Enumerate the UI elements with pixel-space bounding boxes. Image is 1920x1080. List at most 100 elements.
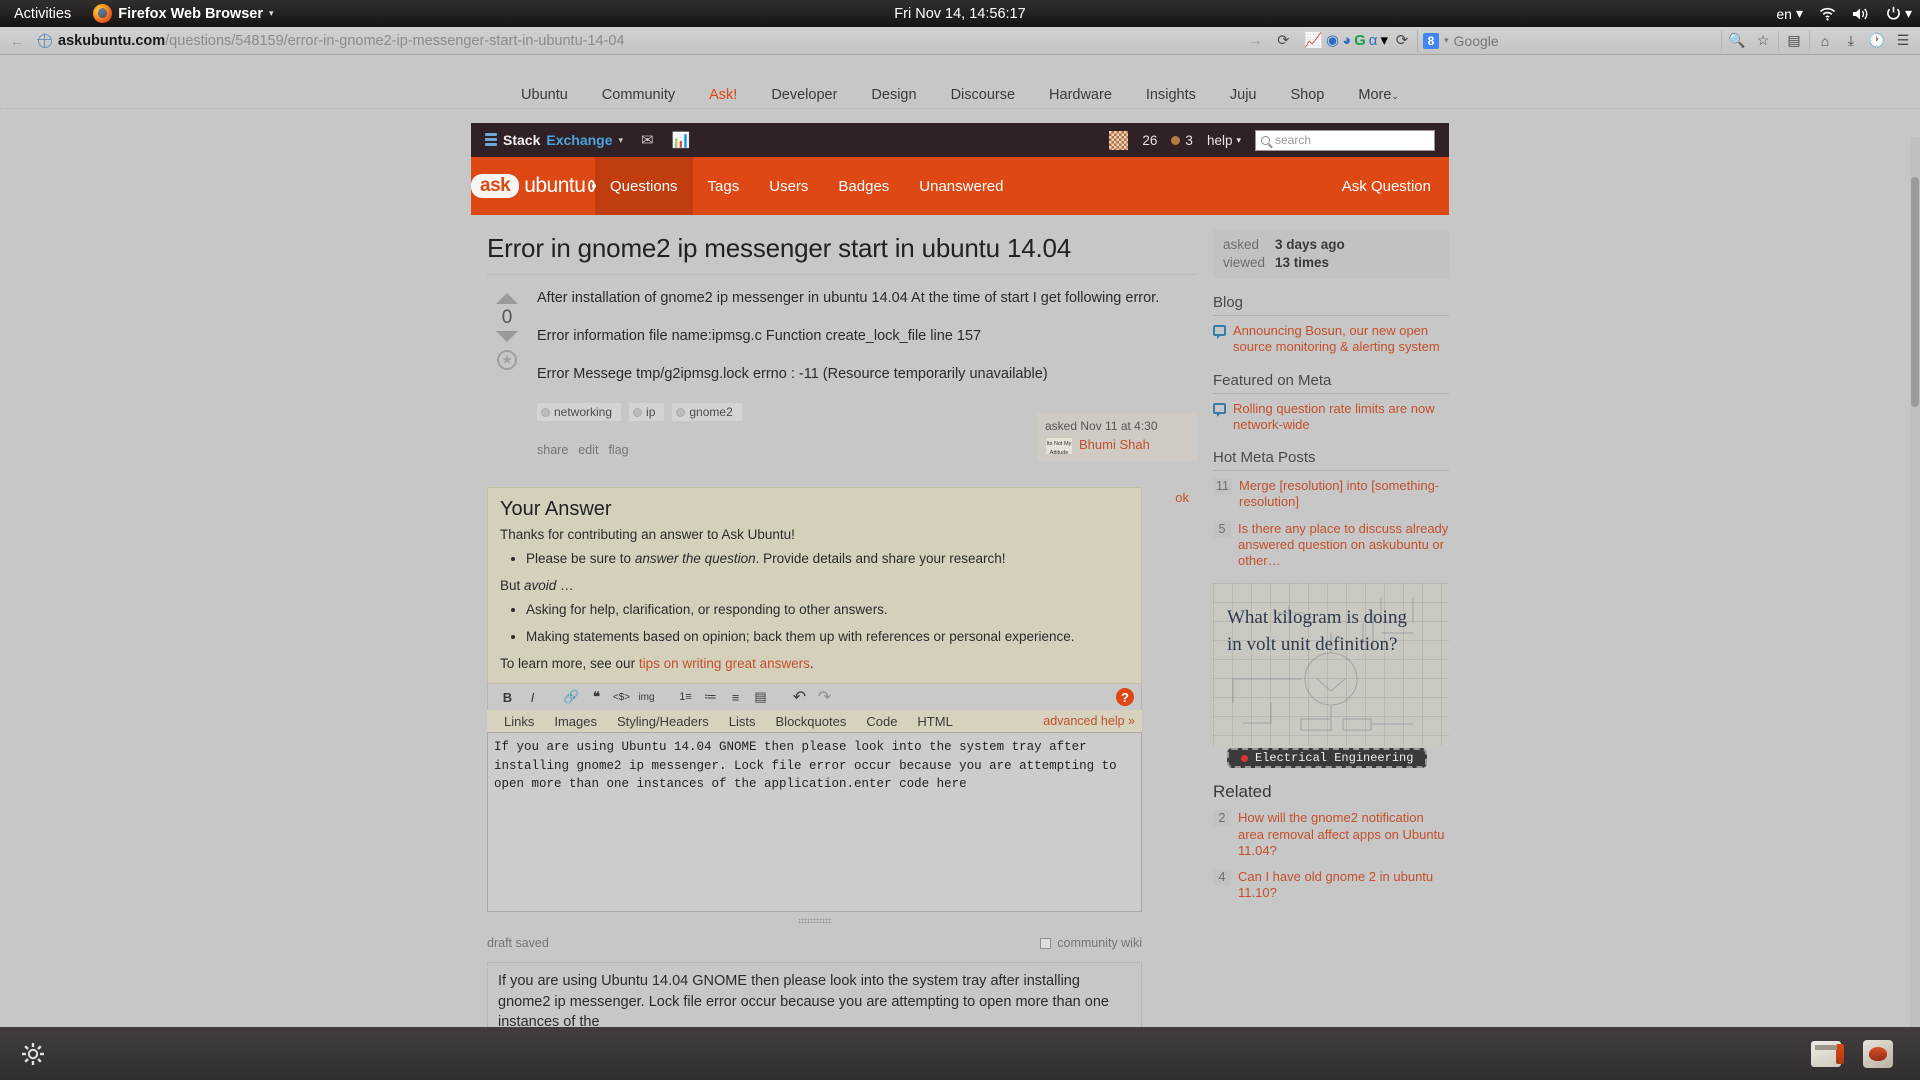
help-link-code[interactable]: Code bbox=[856, 714, 907, 729]
ok-button[interactable]: ok bbox=[1175, 490, 1189, 505]
list-item[interactable]: 11 Merge [resolution] into [something-re… bbox=[1213, 478, 1449, 511]
scrollbar-thumb[interactable] bbox=[1911, 177, 1919, 407]
address-bar[interactable]: askubuntu.com/questions/548159/error-in-… bbox=[32, 30, 1300, 52]
sitenav-item-developer[interactable]: Developer bbox=[754, 83, 854, 107]
keyboard-indicator[interactable]: en ▾ bbox=[1776, 5, 1803, 22]
list-item[interactable]: Rolling question rate limits are now net… bbox=[1213, 401, 1449, 434]
bold-icon[interactable]: B bbox=[495, 687, 520, 707]
sidebar-advertisement[interactable]: What kilogram is doing in volt unit defi… bbox=[1213, 583, 1449, 747]
sitenav-item-more[interactable]: More⌄ bbox=[1341, 83, 1416, 107]
ordered-list-icon[interactable]: 1≡ bbox=[673, 687, 698, 707]
addon-icon-3[interactable]: ◕ bbox=[1342, 33, 1351, 48]
list-item[interactable]: 5 Is there any place to discuss already … bbox=[1213, 520, 1449, 570]
list-item[interactable]: 2 How will the gnome2 notification area … bbox=[1213, 810, 1449, 859]
nav-item-unanswered[interactable]: Unanswered bbox=[904, 157, 1018, 215]
username-link[interactable]: Bhumi Shah bbox=[1079, 437, 1150, 452]
hot-meta-link[interactable]: Merge [resolution] into [something-resol… bbox=[1239, 478, 1449, 511]
inbox-icon[interactable]: ✉ bbox=[641, 131, 654, 149]
sitenav-item-design[interactable]: Design bbox=[854, 83, 933, 107]
history-icon[interactable]: 🕐 bbox=[1866, 30, 1888, 52]
community-wiki-checkbox[interactable] bbox=[1040, 937, 1052, 949]
answer-textarea[interactable] bbox=[487, 732, 1142, 913]
stackexchange-logo[interactable]: Stack Exchange ▾ bbox=[485, 132, 623, 148]
downvote-button[interactable] bbox=[496, 331, 518, 342]
blockquote-icon[interactable]: ❝ bbox=[584, 687, 609, 707]
reader-list-icon[interactable]: ▤ bbox=[1783, 30, 1805, 52]
addon-icon-5[interactable]: α bbox=[1369, 33, 1378, 48]
home-button[interactable]: ⌂ bbox=[1814, 30, 1836, 52]
addon-icon-2[interactable]: ◉ bbox=[1326, 33, 1339, 48]
heading-icon[interactable]: ≡ bbox=[723, 687, 748, 707]
sitenav-item-shop[interactable]: Shop bbox=[1273, 83, 1341, 107]
link-icon[interactable]: 🔗 bbox=[559, 687, 584, 707]
community-wiki-option[interactable]: community wiki bbox=[1040, 936, 1142, 950]
avatar[interactable] bbox=[1109, 130, 1129, 150]
hr-icon[interactable]: ▤ bbox=[748, 687, 773, 707]
ad-site-badge[interactable]: Electrical Engineering bbox=[1227, 748, 1427, 769]
search-input[interactable]: Google bbox=[1454, 33, 1499, 49]
sitenav-item-juju[interactable]: Juju bbox=[1213, 83, 1274, 107]
related-link[interactable]: How will the gnome2 notification area re… bbox=[1238, 810, 1449, 859]
help-icon[interactable]: ? bbox=[1116, 688, 1134, 707]
chevron-down-icon[interactable]: ▾ bbox=[1380, 33, 1388, 48]
page-scrollbar[interactable] bbox=[1910, 137, 1920, 1054]
unordered-list-icon[interactable]: ≔ bbox=[698, 687, 723, 707]
addon-icon-1[interactable]: 📈 bbox=[1304, 33, 1323, 48]
help-link-links[interactable]: Links bbox=[494, 714, 544, 729]
app-menu-firefox[interactable]: Firefox Web Browser ▾ bbox=[85, 4, 281, 23]
ask-question-button[interactable]: Ask Question bbox=[1342, 178, 1449, 195]
nav-item-tags[interactable]: Tags bbox=[693, 157, 755, 215]
help-menu[interactable]: help ▾ bbox=[1207, 133, 1241, 148]
back-button[interactable]: ← bbox=[6, 30, 28, 52]
session-indicator[interactable]: ▾ bbox=[1886, 5, 1912, 22]
help-link-styling[interactable]: Styling/Headers bbox=[607, 714, 719, 729]
se-search-input[interactable]: search bbox=[1255, 129, 1435, 151]
sitenav-item-community[interactable]: Community bbox=[585, 83, 692, 107]
reload-button-2[interactable]: ⟳ bbox=[1391, 30, 1413, 52]
reload-button[interactable]: ⟳ bbox=[1272, 30, 1294, 52]
chevron-down-icon[interactable]: ▾ bbox=[1444, 35, 1449, 46]
favorite-star-icon[interactable]: ★ bbox=[497, 350, 517, 370]
redo-icon[interactable]: ↷ bbox=[812, 687, 837, 707]
help-link-blockquotes[interactable]: Blockquotes bbox=[766, 714, 857, 729]
gear-icon[interactable] bbox=[20, 1041, 46, 1067]
list-item[interactable]: 4 Can I have old gnome 2 in ubuntu 11.10… bbox=[1213, 869, 1449, 902]
search-icon[interactable]: 🔍 bbox=[1726, 30, 1748, 52]
gimp-icon[interactable] bbox=[1862, 1038, 1894, 1070]
help-link-lists[interactable]: Lists bbox=[719, 714, 766, 729]
featured-link[interactable]: Rolling question rate limits are now net… bbox=[1233, 401, 1449, 434]
nav-item-questions[interactable]: Questions bbox=[595, 157, 693, 215]
sitenav-item-discourse[interactable]: Discourse bbox=[934, 83, 1032, 107]
sitenav-item-hardware[interactable]: Hardware bbox=[1032, 83, 1129, 107]
achievements-icon[interactable]: 📊 bbox=[672, 131, 691, 149]
italic-icon[interactable]: I bbox=[520, 687, 545, 707]
image-icon[interactable]: img bbox=[634, 687, 659, 707]
help-link-html[interactable]: HTML bbox=[907, 714, 962, 729]
badge-group[interactable]: 3 bbox=[1171, 133, 1193, 148]
sitenav-item-ask[interactable]: Ask! bbox=[692, 83, 754, 107]
hot-meta-link[interactable]: Is there any place to discuss already an… bbox=[1238, 521, 1449, 570]
nav-item-users[interactable]: Users bbox=[754, 157, 823, 215]
undo-icon[interactable]: ↶ bbox=[787, 687, 812, 707]
bookmark-star-icon[interactable]: ☆ bbox=[1752, 30, 1774, 52]
code-icon[interactable]: <$> bbox=[609, 687, 634, 707]
addon-toolbar-icons[interactable]: 📈 ◉ ◕ G α ▾ ⟳ bbox=[1304, 30, 1413, 52]
user-row[interactable]: Its Not My Attitude Bhumi Shah bbox=[1045, 437, 1189, 456]
menu-icon[interactable]: ☰ bbox=[1892, 30, 1914, 52]
wifi-indicator[interactable] bbox=[1819, 7, 1836, 21]
resize-handle[interactable] bbox=[487, 910, 1142, 928]
clock[interactable]: Fri Nov 14, 14:56:17 bbox=[0, 6, 1920, 22]
addon-icon-4[interactable]: G bbox=[1354, 33, 1366, 48]
downloads-icon[interactable]: ⤓ bbox=[1840, 30, 1862, 52]
activities-button[interactable]: Activities bbox=[0, 6, 85, 22]
nav-item-badges[interactable]: Badges bbox=[823, 157, 904, 215]
related-link[interactable]: Can I have old gnome 2 in ubuntu 11.10? bbox=[1238, 869, 1449, 902]
list-item[interactable]: Announcing Bosun, our new open source mo… bbox=[1213, 323, 1449, 356]
sitenav-item-ubuntu[interactable]: Ubuntu bbox=[504, 83, 585, 107]
forward-button[interactable]: → bbox=[1244, 30, 1266, 52]
help-link-images[interactable]: Images bbox=[544, 714, 607, 729]
tips-link[interactable]: tips on writing great answers bbox=[639, 656, 810, 671]
upvote-button[interactable] bbox=[496, 293, 518, 304]
search-bar[interactable]: 8 ▾ Google bbox=[1417, 29, 1717, 52]
advanced-help-link[interactable]: advanced help » bbox=[1043, 714, 1135, 728]
